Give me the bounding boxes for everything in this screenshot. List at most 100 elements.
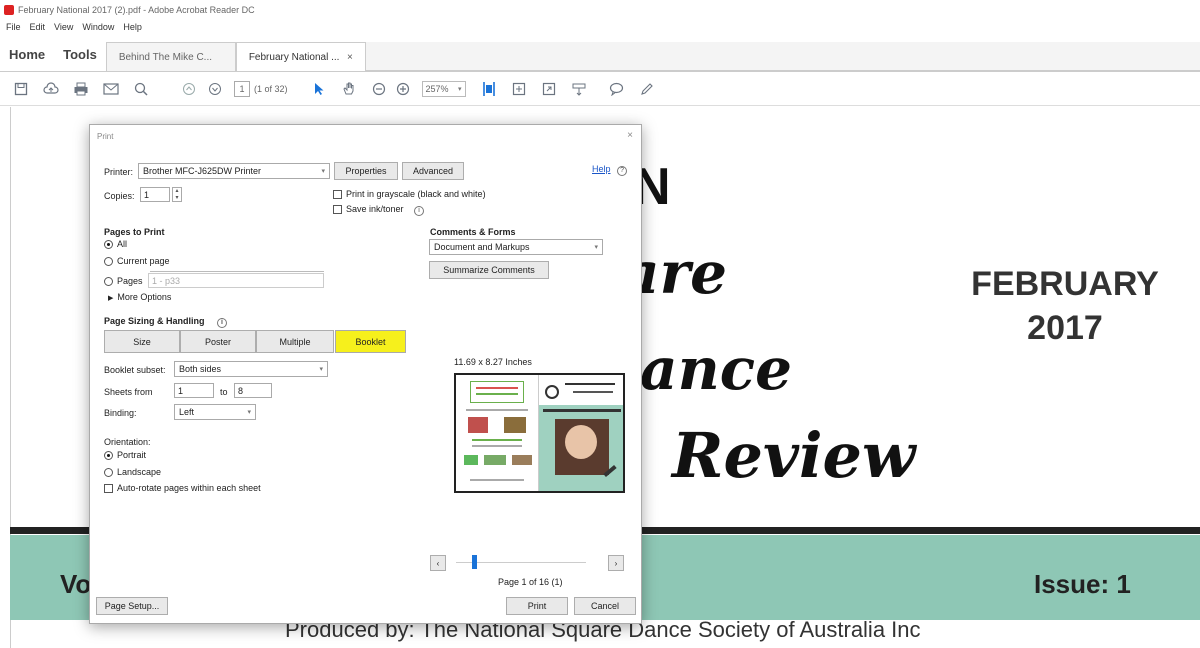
copies-input[interactable]: 1 (140, 187, 170, 202)
zoom-select[interactable]: 257% ▾ (421, 80, 466, 97)
printer-label: Printer: (104, 167, 134, 177)
copies-stepper[interactable]: ▴ ▾ (172, 187, 182, 202)
info-icon[interactable]: i (414, 206, 425, 216)
binding-label: Binding: (104, 408, 137, 418)
size-button[interactable]: Size (104, 330, 180, 353)
save-ink-option[interactable]: Save ink/toner i (333, 204, 425, 216)
comment-icon[interactable] (606, 78, 628, 100)
menu-file[interactable]: File (6, 22, 21, 32)
current-page-radio[interactable] (104, 257, 113, 267)
chevron-left-icon: ‹ (436, 558, 440, 568)
divider (150, 271, 324, 272)
menu-edit[interactable]: Edit (30, 22, 46, 32)
page-down-icon[interactable] (204, 78, 226, 100)
pages-all-radio[interactable] (104, 240, 113, 250)
sheets-from-input[interactable]: 1 (174, 383, 214, 398)
more-options-toggle[interactable]: ▶ More Options (108, 292, 171, 302)
menu-help[interactable]: Help (123, 22, 142, 32)
properties-button[interactable]: Properties (334, 162, 398, 180)
print-icon[interactable] (70, 78, 92, 100)
pages-all-option[interactable]: All (104, 239, 127, 250)
pages-to-print-heading: Pages to Print (104, 227, 165, 237)
page-up-icon[interactable] (178, 78, 200, 100)
comments-forms-heading: Comments & Forms (430, 227, 516, 237)
page-number-input[interactable]: 1 (234, 80, 250, 97)
printer-select[interactable]: Brother MFC-J625DW Printer ▾ (138, 163, 330, 179)
hand-icon[interactable] (338, 78, 360, 100)
email-icon[interactable] (100, 78, 122, 100)
poster-button[interactable]: Poster (180, 330, 256, 353)
help-link[interactable]: Help (592, 164, 611, 174)
binding-value: Left (179, 407, 195, 417)
page-sizing-heading: Page Sizing & Handling i (104, 316, 228, 328)
dialog-title: Print (97, 132, 114, 141)
binding-select[interactable]: Left ▾ (174, 404, 256, 420)
tab-document-behind-the-mike[interactable]: Behind The Mike C... (105, 42, 236, 71)
document-issue: Issue: 1 (1034, 569, 1131, 599)
help-icon[interactable]: ? (617, 166, 628, 176)
zoom-out-icon[interactable] (368, 78, 390, 100)
close-icon[interactable]: × (347, 52, 353, 63)
chevron-down-icon: ▾ (458, 85, 462, 93)
portrait-radio[interactable] (104, 451, 113, 461)
chevron-down-icon: ▾ (319, 366, 323, 373)
upload-icon[interactable] (40, 78, 62, 100)
current-page-label: Current page (117, 256, 170, 266)
booklet-button[interactable]: Booklet (335, 330, 406, 353)
search-icon[interactable] (130, 78, 152, 100)
portrait-label: Portrait (117, 450, 147, 460)
grayscale-option[interactable]: Print in grayscale (black and white) (333, 189, 486, 200)
sheets-to-input[interactable]: 8 (234, 383, 272, 398)
preview-prev-button[interactable]: ‹ (430, 555, 446, 571)
landscape-option[interactable]: Landscape (104, 467, 161, 478)
grayscale-label: Print in grayscale (black and white) (346, 189, 486, 199)
page-setup-button[interactable]: Page Setup... (96, 597, 168, 615)
auto-rotate-checkbox[interactable] (104, 484, 113, 494)
portrait-option[interactable]: Portrait (104, 450, 147, 461)
print-button[interactable]: Print (506, 597, 568, 615)
tab-bar-fill (365, 42, 1200, 71)
fit-page-icon[interactable] (478, 78, 500, 100)
select-arrow-icon[interactable] (308, 78, 330, 100)
preview-next-button[interactable]: › (608, 555, 624, 571)
comments-forms-select[interactable]: Document and Markups ▾ (429, 239, 603, 255)
printer-value: Brother MFC-J625DW Printer (143, 166, 262, 176)
chevron-down-icon: ▾ (321, 168, 325, 175)
landscape-radio[interactable] (104, 468, 113, 478)
tab-home[interactable]: Home (0, 38, 54, 71)
menu-window[interactable]: Window (82, 22, 114, 32)
menu-bar: File Edit View Window Help (0, 20, 1200, 34)
preview-page-count: Page 1 of 16 (1) (498, 577, 563, 587)
sheets-from-label: Sheets from (104, 387, 153, 397)
save-ink-checkbox[interactable] (333, 205, 342, 215)
chevron-down-icon: ▾ (247, 409, 251, 416)
preview-slider-handle[interactable] (472, 555, 477, 569)
comments-forms-value: Document and Markups (434, 242, 530, 252)
preview-size-label: 11.69 x 8.27 Inches (454, 357, 532, 367)
info-icon[interactable]: i (217, 318, 228, 328)
save-icon[interactable] (10, 78, 32, 100)
read-mode-icon[interactable] (568, 78, 590, 100)
tab-document-february-national[interactable]: February National ... × (235, 42, 366, 71)
multiple-button[interactable]: Multiple (256, 330, 334, 353)
summarize-comments-button[interactable]: Summarize Comments (429, 261, 549, 279)
title-bar: February National 2017 (2).pdf - Adobe A… (0, 0, 1200, 20)
pages-range-input[interactable]: 1 - p33 (148, 273, 324, 288)
pages-range-option[interactable]: Pages (104, 276, 143, 287)
auto-rotate-option[interactable]: Auto-rotate pages within each sheet (104, 483, 261, 494)
advanced-button[interactable]: Advanced (402, 162, 464, 180)
tab-tools[interactable]: Tools (54, 38, 106, 71)
grayscale-checkbox[interactable] (333, 190, 342, 200)
booklet-subset-select[interactable]: Both sides ▾ (174, 361, 328, 377)
close-icon[interactable]: × (627, 130, 633, 141)
pen-icon[interactable] (636, 78, 658, 100)
current-page-option[interactable]: Current page (104, 256, 170, 267)
pages-range-radio[interactable] (104, 277, 113, 287)
menu-view[interactable]: View (54, 22, 73, 32)
fullscreen-icon[interactable] (538, 78, 560, 100)
chevron-down-icon: ▾ (594, 244, 598, 251)
cancel-button[interactable]: Cancel (574, 597, 636, 615)
scroll-icon[interactable] (508, 78, 530, 100)
zoom-in-icon[interactable] (392, 78, 414, 100)
preview-page-right (539, 375, 623, 491)
